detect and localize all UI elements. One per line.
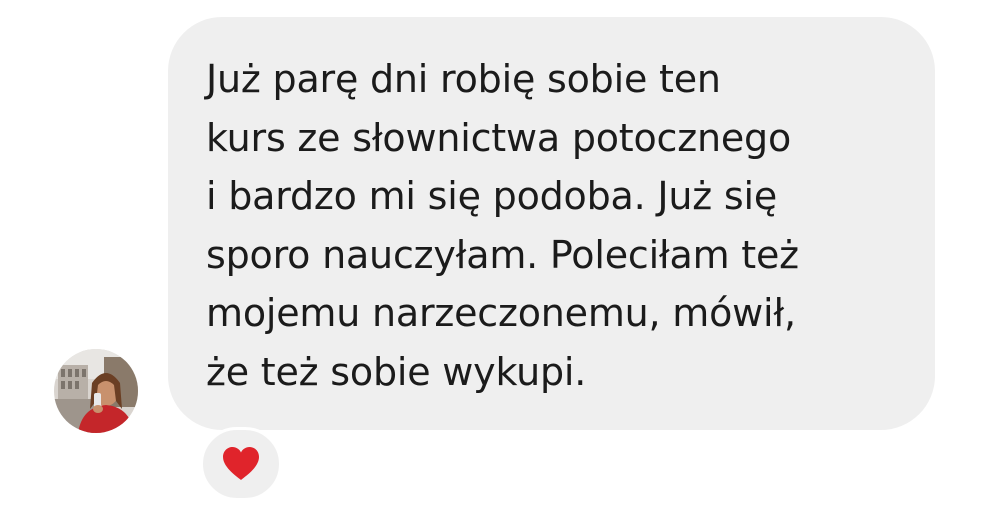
sender-avatar[interactable]: [54, 349, 138, 433]
heart-icon: [223, 447, 259, 480]
message-text: Już parę dni robię sobie ten kurs ze sło…: [206, 50, 926, 401]
message-line: kurs ze słownictwa potocznego: [206, 115, 792, 160]
avatar-photo: [54, 349, 138, 433]
reaction-badge[interactable]: [200, 427, 282, 501]
message-line: Już parę dni robię sobie ten: [206, 57, 721, 101]
message-line: sporo nauczyłam. Poleciłam też: [206, 232, 799, 277]
message-line: mojemu narzeczonemu, mówił,: [206, 291, 796, 335]
message-line: i bardzo mi się podoba. Już się: [206, 174, 778, 218]
message-line: że też sobie wykupi.: [206, 349, 587, 394]
